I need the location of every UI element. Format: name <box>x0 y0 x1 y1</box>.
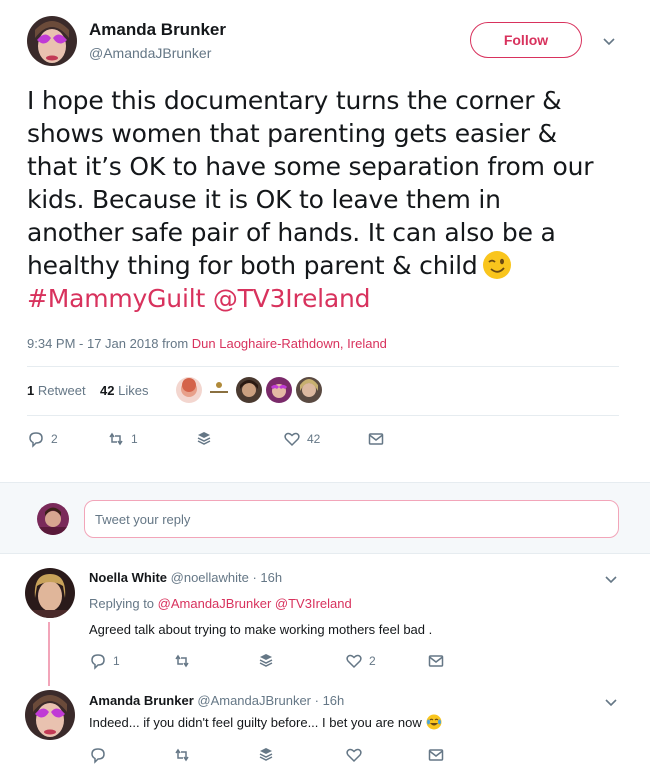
tweet-stats: 1 Retweet 42 Likes <box>27 383 148 398</box>
replying-to-links[interactable]: @AmandaJBrunker @TV3Ireland <box>158 596 352 611</box>
reply-author-avatar[interactable] <box>25 568 75 618</box>
retweet-icon <box>173 652 191 670</box>
tweet-text-line: kids. Because it is OK to leave them in <box>27 185 501 214</box>
like-action[interactable]: 42 <box>283 430 320 448</box>
reply-author-handle[interactable]: @noellawhite · 16h <box>171 570 282 585</box>
retweet-icon <box>107 430 125 448</box>
dm-stack-icon <box>257 652 275 670</box>
like-action[interactable]: 2 <box>345 652 376 670</box>
liker-avatar[interactable] <box>236 377 262 403</box>
reply-action[interactable]: 1 <box>89 652 120 670</box>
current-user-avatar <box>37 503 69 535</box>
reply-author-name[interactable]: Amanda Brunker @AmandaJBrunker · 16h <box>89 693 344 708</box>
retweet-action[interactable] <box>173 746 191 764</box>
chevron-down-icon[interactable] <box>602 34 616 48</box>
reply-text: Agreed talk about trying to make working… <box>89 622 433 637</box>
reply-actions <box>89 746 469 768</box>
hashtag-link[interactable]: #MammyGuilt <box>27 284 205 313</box>
reply-author-name-text[interactable]: Noella White <box>89 570 167 585</box>
author-name[interactable]: Amanda Brunker <box>89 20 226 40</box>
liker-avatar[interactable] <box>176 377 202 403</box>
dm-stack-action[interactable] <box>257 746 275 764</box>
tweet-text-line: shows women that parenting gets easier & <box>27 119 557 148</box>
like-count[interactable]: 42 <box>100 383 114 398</box>
timestamp[interactable]: 9:34 PM - 17 Jan 2018 from <box>27 336 188 351</box>
heart-icon <box>283 430 301 448</box>
retweet-label[interactable]: Retweet <box>38 383 86 398</box>
author-handle[interactable]: @AmandaJBrunker <box>89 45 211 61</box>
liker-avatar[interactable] <box>266 377 292 403</box>
tweet-meta: 9:34 PM - 17 Jan 2018 from Dun Laoghaire… <box>27 336 387 351</box>
tweet-text: I hope this documentary turns the corner… <box>27 84 627 315</box>
retweet-action[interactable]: 1 <box>107 430 138 448</box>
location-link[interactable]: Dun Laoghaire-Rathdown, Ireland <box>192 336 387 351</box>
dm-action[interactable] <box>427 746 445 764</box>
reply-icon <box>27 430 45 448</box>
liker-avatar[interactable] <box>296 377 322 403</box>
liker-avatar[interactable] <box>206 377 232 403</box>
like-count: 42 <box>307 432 321 446</box>
reply-author-handle[interactable]: @AmandaJBrunker · 16h <box>197 693 344 708</box>
retweet-icon <box>173 746 191 764</box>
envelope-icon <box>427 652 445 670</box>
like-count: 2 <box>369 654 376 668</box>
reply-icon <box>89 652 107 670</box>
reply-text: Indeed... if you didn't feel guilty befo… <box>89 715 422 730</box>
tweet-text-tags: #MammyGuilt @TV3Ireland <box>27 282 627 315</box>
envelope-icon <box>427 746 445 764</box>
tweet-text-line: healthy thing for both parent & child <box>27 251 478 280</box>
dm-action[interactable] <box>367 430 385 448</box>
follow-button[interactable]: Follow <box>470 22 582 58</box>
heart-icon <box>345 652 363 670</box>
replying-to: Replying to @AmandaJBrunker @TV3Ireland <box>89 596 352 611</box>
reply-actions: 1 2 <box>89 652 469 674</box>
dm-stack-action[interactable] <box>257 652 275 670</box>
reply-icon <box>89 746 107 764</box>
tweet-text-line-last: healthy thing for both parent & child <box>27 249 627 282</box>
retweet-count: 1 <box>131 432 138 446</box>
replying-prefix: Replying to <box>89 596 155 611</box>
reply-action[interactable] <box>89 746 107 764</box>
like-action[interactable] <box>345 746 363 764</box>
retweet-action[interactable] <box>173 652 191 670</box>
chevron-down-icon[interactable] <box>604 572 618 586</box>
divider <box>27 366 619 367</box>
tweet-text-line: another safe pair of hands. It can also … <box>27 218 556 247</box>
reply-author-name[interactable]: Noella White @noellawhite · 16h <box>89 570 282 585</box>
thread-connector <box>48 622 50 686</box>
author-avatar[interactable] <box>27 16 77 66</box>
tears-of-joy-emoji <box>426 714 442 730</box>
reply-count: 2 <box>51 432 58 446</box>
mention-link[interactable]: @TV3Ireland <box>213 284 371 313</box>
heart-icon <box>345 746 363 764</box>
tweet-text-line: that it’s OK to have some separation fro… <box>27 152 594 181</box>
dm-stack-icon <box>257 746 275 764</box>
retweet-count[interactable]: 1 <box>27 383 34 398</box>
winking-face-emoji <box>482 250 512 280</box>
reply-text-row: Indeed... if you didn't feel guilty befo… <box>89 714 442 730</box>
like-label[interactable]: Likes <box>118 383 148 398</box>
dm-action[interactable] <box>427 652 445 670</box>
reply-author-avatar[interactable] <box>25 690 75 740</box>
chevron-down-icon[interactable] <box>604 695 618 709</box>
reply-author-name-text[interactable]: Amanda Brunker <box>89 693 194 708</box>
dm-stack-action[interactable] <box>195 430 213 448</box>
tweet-actions: 2 1 42 <box>27 430 407 452</box>
tweet-text-line: I hope this documentary turns the corner… <box>27 86 562 115</box>
reply-action[interactable]: 2 <box>27 430 58 448</box>
envelope-icon <box>367 430 385 448</box>
dm-stack-icon <box>195 430 213 448</box>
likers-avatars <box>176 377 322 405</box>
reply-count: 1 <box>113 654 120 668</box>
reply-input[interactable]: Tweet your reply <box>84 500 619 538</box>
divider <box>27 415 619 416</box>
